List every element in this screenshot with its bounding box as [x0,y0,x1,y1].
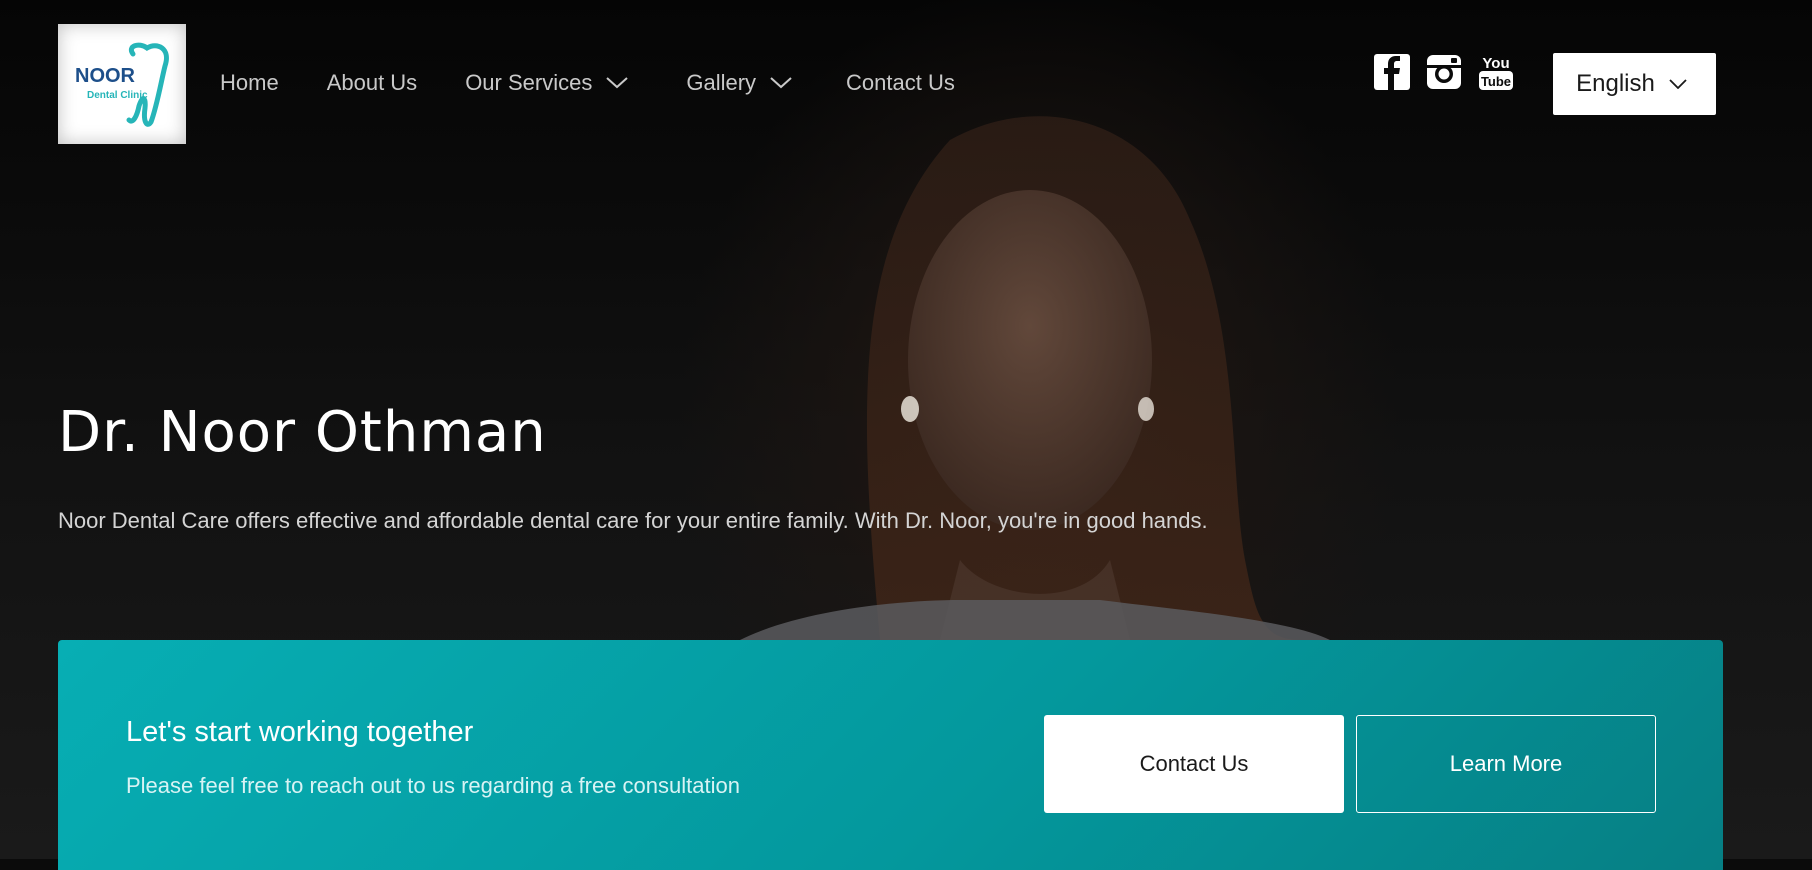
social-links: You Tube [1372,52,1528,92]
nav-gallery-label: Gallery [686,70,757,95]
cta-banner: Let's start working together Please feel… [58,640,1723,870]
nav-our-services[interactable]: Our Services [465,70,629,96]
nav-contact-label: Contact Us [846,70,955,95]
nav-home-label: Home [220,70,279,95]
learn-more-button[interactable]: Learn More [1356,715,1656,813]
contact-us-button[interactable]: Contact Us [1044,715,1344,813]
nav-gallery[interactable]: Gallery [686,70,792,96]
svg-text:You: You [1482,55,1509,72]
youtube-icon[interactable]: You Tube [1476,52,1516,92]
chevron-down-icon [1669,79,1687,89]
language-select[interactable]: English [1553,53,1716,115]
main-nav: Home About Us Our Services Gallery Conta… [220,70,1003,96]
nav-services-label: Our Services [465,70,593,95]
language-selected-label: English [1576,70,1655,97]
facebook-icon[interactable] [1372,52,1412,92]
chevron-down-icon [606,77,629,89]
cta-subtitle: Please feel free to reach out to us rega… [126,773,740,798]
cta-title: Let's start working together [126,716,474,748]
tooth-logo-icon: NOOR Dental Clinic [75,42,169,127]
logo-tagline: Dental Clinic [87,90,148,101]
svg-text:Tube: Tube [1481,74,1511,89]
nav-home[interactable]: Home [220,70,279,96]
logo-wordmark: NOOR [75,65,136,87]
nav-contact-us[interactable]: Contact Us [846,70,955,96]
clinic-logo[interactable]: NOOR Dental Clinic [58,24,186,144]
instagram-icon[interactable] [1424,52,1464,92]
hero-subtitle: Noor Dental Care offers effective and af… [58,508,1208,533]
nav-about-label: About Us [326,70,418,95]
nav-about-us[interactable]: About Us [327,70,418,96]
hero-title: Dr. Noor Othman [58,400,547,465]
chevron-down-icon [770,77,792,89]
